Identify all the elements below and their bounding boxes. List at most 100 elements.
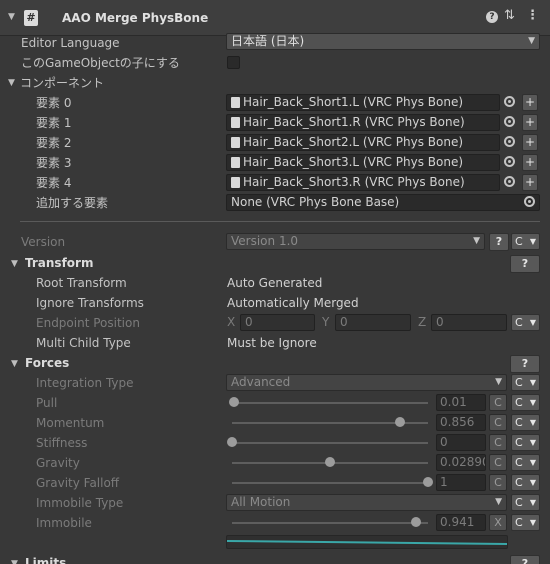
- version-dropdown[interactable]: Version 1.0 ▼: [226, 233, 485, 250]
- add-button[interactable]: +: [522, 134, 538, 151]
- c-button[interactable]: C ▼: [511, 474, 540, 491]
- element-value: Hair_Back_Short3.L (VRC Phys Bone): [243, 155, 464, 169]
- stiffness-curve-button[interactable]: C: [489, 434, 507, 451]
- forces-foldout-icon[interactable]: ▼: [11, 359, 18, 369]
- immobile-type-label: Immobile Type: [36, 496, 124, 510]
- momentum-curve-button[interactable]: C: [489, 414, 507, 431]
- components-foldout-icon[interactable]: ▼: [8, 78, 15, 88]
- gravity-falloff-slider-knob[interactable]: [423, 477, 433, 487]
- editor-language-dropdown[interactable]: 日本語 (日本) ▼: [226, 33, 540, 50]
- pull-label: Pull: [36, 396, 58, 410]
- object-picker-icon[interactable]: [524, 196, 535, 207]
- object-picker-icon[interactable]: [504, 136, 515, 147]
- presets-icon[interactable]: ⇅: [504, 8, 515, 23]
- limits-foldout-icon[interactable]: ▼: [11, 559, 18, 564]
- gravity-falloff-value-field[interactable]: 1: [436, 474, 486, 491]
- add-button[interactable]: +: [522, 94, 538, 111]
- immobile-label: Immobile: [36, 516, 92, 530]
- gravity-falloff-label: Gravity Falloff: [36, 476, 120, 490]
- help-button[interactable]: ?: [489, 233, 509, 251]
- chevron-down-icon: ▼: [529, 498, 536, 507]
- add-button[interactable]: +: [522, 114, 538, 131]
- limits-help-button[interactable]: ?: [510, 555, 540, 564]
- element-object-field[interactable]: Hair_Back_Short3.L (VRC Phys Bone): [226, 154, 500, 171]
- c-label: C: [515, 396, 523, 409]
- curve-line: [227, 540, 507, 545]
- chevron-down-icon: ▼: [528, 36, 535, 46]
- c-button[interactable]: C ▼: [511, 314, 540, 331]
- gravity-falloff-slider-track[interactable]: [232, 482, 428, 484]
- stiffness-slider-track[interactable]: [232, 442, 428, 444]
- pull-curve-button[interactable]: C: [489, 394, 507, 411]
- component-title: AAO Merge PhysBone: [62, 11, 209, 25]
- pull-slider-knob[interactable]: [228, 397, 239, 407]
- immobile-curve-field[interactable]: [226, 535, 508, 549]
- chevron-down-icon: ▼: [495, 377, 502, 387]
- element-label: 要素 0: [36, 96, 72, 110]
- c-button[interactable]: C ▼: [511, 494, 540, 511]
- root-transform-value: Auto Generated: [227, 276, 323, 290]
- z-axis-label: Z: [418, 315, 427, 329]
- stiffness-value-field[interactable]: 0: [436, 434, 486, 451]
- c-button[interactable]: C ▼: [511, 454, 540, 471]
- chevron-down-icon: ▼: [529, 438, 536, 447]
- c-label: C: [515, 376, 523, 389]
- object-picker-icon[interactable]: [504, 156, 515, 167]
- more-options-icon[interactable]: ⋮: [526, 8, 539, 23]
- integration-type-dropdown[interactable]: Advanced ▼: [226, 374, 507, 391]
- gravity-curve-button[interactable]: C: [489, 454, 507, 471]
- components-label: コンポーネント: [20, 76, 105, 90]
- help-icon[interactable]: ?: [486, 11, 498, 23]
- gravity-falloff-curve-button[interactable]: C: [489, 474, 507, 491]
- foldout-arrow-icon[interactable]: ▼: [8, 12, 15, 22]
- gravity-slider-knob[interactable]: [325, 457, 335, 467]
- element-object-field[interactable]: Hair_Back_Short3.R (VRC Phys Bone): [226, 174, 500, 191]
- immobile-type-dropdown[interactable]: All Motion ▼: [226, 494, 507, 511]
- momentum-slider-knob[interactable]: [394, 417, 405, 427]
- multi-child-type-value: Must be Ignore: [227, 336, 317, 350]
- version-label: Version: [21, 235, 66, 249]
- object-picker-icon[interactable]: [504, 176, 515, 187]
- c-button[interactable]: C ▼: [511, 414, 540, 431]
- endpoint-y-field[interactable]: 0: [335, 314, 411, 331]
- child-option-checkbox[interactable]: [227, 56, 240, 69]
- immobile-slider-knob[interactable]: [411, 517, 422, 527]
- phys-bone-icon: [231, 157, 240, 168]
- add-button[interactable]: +: [522, 174, 538, 191]
- immobile-type-value: All Motion: [231, 495, 291, 509]
- transform-help-button[interactable]: ?: [510, 255, 540, 273]
- c-button[interactable]: C ▼: [511, 374, 540, 391]
- script-icon: #: [24, 10, 38, 26]
- element-object-field[interactable]: Hair_Back_Short2.L (VRC Phys Bone): [226, 134, 500, 151]
- transform-foldout-icon[interactable]: ▼: [11, 259, 18, 269]
- ignore-transforms-label: Ignore Transforms: [36, 296, 144, 310]
- momentum-value-field[interactable]: 0.856: [436, 414, 486, 431]
- endpoint-x-field[interactable]: 0: [240, 314, 315, 331]
- momentum-label: Momentum: [36, 416, 105, 430]
- element-object-field[interactable]: Hair_Back_Short1.L (VRC Phys Bone): [226, 94, 500, 111]
- add-button[interactable]: +: [522, 154, 538, 171]
- endpoint-z-field[interactable]: 0: [431, 314, 507, 331]
- object-picker-icon[interactable]: [504, 96, 515, 107]
- c-button[interactable]: C ▼: [511, 514, 540, 531]
- add-element-field[interactable]: None (VRC Phys Bone Base): [226, 194, 540, 211]
- forces-help-button[interactable]: ?: [510, 355, 540, 373]
- immobile-slider-track[interactable]: [232, 522, 428, 524]
- c-button[interactable]: C ▼: [511, 233, 540, 250]
- pull-value-field[interactable]: 0.01: [436, 394, 486, 411]
- immobile-curve-remove-button[interactable]: X: [489, 514, 507, 531]
- element-object-field[interactable]: Hair_Back_Short1.R (VRC Phys Bone): [226, 114, 500, 131]
- immobile-value-field[interactable]: 0.941: [436, 514, 486, 531]
- stiffness-slider-knob[interactable]: [227, 437, 237, 447]
- transform-title: Transform: [25, 256, 94, 270]
- gravity-value-field[interactable]: 0.02890: [436, 454, 486, 471]
- editor-language-value: 日本語 (日本): [231, 34, 305, 48]
- pull-slider-track[interactable]: [232, 402, 428, 404]
- c-button[interactable]: C ▼: [511, 434, 540, 451]
- c-label: C: [515, 235, 523, 248]
- stiffness-label: Stiffness: [36, 436, 88, 450]
- object-picker-icon[interactable]: [504, 116, 515, 127]
- c-button[interactable]: C ▼: [511, 394, 540, 411]
- c-label: C: [515, 476, 523, 489]
- element-label: 要素 2: [36, 136, 72, 150]
